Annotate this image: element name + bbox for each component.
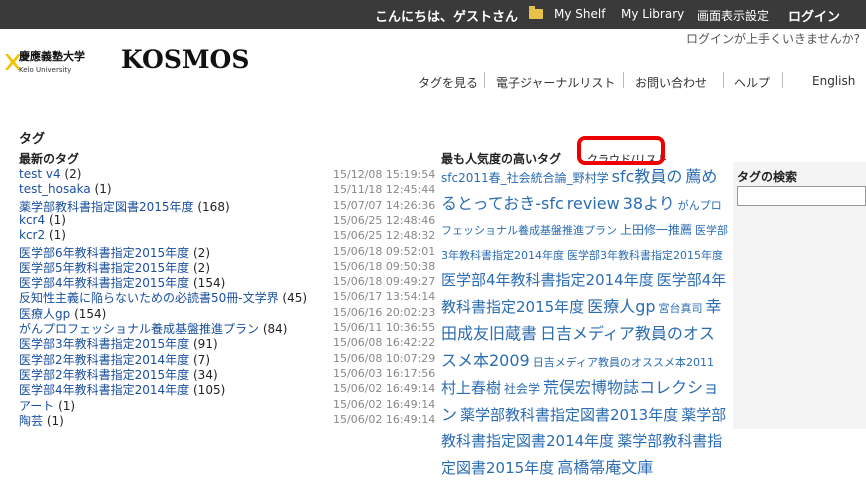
tag-date: 15/06/02 16:49:14	[333, 397, 436, 411]
tag-link[interactable]: 医学部2年教科書指定2015年度	[19, 368, 189, 382]
logo-kosmos: KOSMOS	[121, 45, 250, 74]
tag-date: 15/06/08 16:42:22	[333, 336, 436, 350]
tag-date: 15/06/25 12:48:46	[333, 213, 436, 227]
highlight-box	[577, 136, 665, 165]
cloud-tag-link[interactable]: review	[567, 194, 620, 213]
tag-count: (1)	[43, 413, 64, 428]
tag-link[interactable]: test_hosaka	[19, 182, 91, 196]
tag-date: 15/06/02 16:49:14	[333, 382, 436, 396]
tag-row: kcr2 (1)	[19, 228, 66, 242]
cloud-tag-link[interactable]: 医学部3年教科書指定2015年度	[567, 249, 723, 262]
search-title: タグの検索	[737, 170, 798, 184]
nav-help[interactable]: ヘルプ	[734, 74, 770, 91]
login-help-link[interactable]: ログインが上手くいきませんか?	[686, 30, 860, 47]
tag-count: (105)	[189, 383, 226, 398]
logo-english: Keio University	[19, 66, 72, 74]
tag-link[interactable]: 医学部3年教科書指定2015年度	[19, 337, 189, 351]
tag-link[interactable]: がんプロフェッショナル養成基盤推進プラン	[19, 322, 259, 336]
tag-link[interactable]: 医学部5年教科書指定2015年度	[19, 261, 189, 275]
tag-link[interactable]: 医学部4年教科書指定2015年度	[19, 276, 189, 290]
folder-icon	[529, 6, 543, 19]
tag-link[interactable]: 医学部4年教科書指定2014年度	[19, 383, 189, 397]
tag-link[interactable]: 医療人gp	[19, 307, 70, 321]
tag-date: 15/06/18 09:49:27	[333, 275, 436, 289]
tag-row: test v4 (2)	[19, 167, 81, 181]
tag-date: 15/06/02 16:49:14	[333, 412, 436, 426]
tag-link[interactable]: 医学部6年教科書指定2015年度	[19, 246, 189, 260]
tag-link[interactable]: 医学部2年教科書指定2014年度	[19, 353, 189, 367]
cloud-tag-link[interactable]: 医学部4年教科書指定2014年度	[441, 271, 654, 289]
tag-link[interactable]: 反知性主義に陥らないための必読書50冊-文学界	[19, 291, 279, 305]
top-bar: こんにちは、ゲストさん My Shelf My Library 画面表示設定 ロ…	[0, 0, 866, 29]
tag-count: (84)	[259, 322, 288, 336]
my-shelf-link[interactable]: My Shelf	[554, 7, 605, 21]
display-settings-link[interactable]: 画面表示設定	[697, 7, 769, 24]
tag-count: (154)	[70, 306, 107, 321]
tag-count: (45)	[278, 291, 308, 306]
cloud-tag-link[interactable]: 38より	[623, 194, 675, 213]
tag-search-input[interactable]	[737, 186, 866, 206]
tag-date: 15/12/08 15:19:54	[333, 168, 436, 181]
nav-ejournals[interactable]: 電子ジャーナルリスト	[496, 74, 615, 91]
tag-count: (154)	[189, 276, 226, 291]
tag-count: (7)	[189, 352, 210, 367]
greeting-text: こんにちは、ゲストさん	[375, 10, 519, 25]
tag-row: test_hosaka (1)	[19, 182, 112, 196]
cloud-tag-link[interactable]: sfc教員の	[612, 167, 683, 186]
login-link[interactable]: ログイン	[788, 6, 840, 25]
tag-count: (34)	[189, 367, 218, 382]
tag-link[interactable]: test v4	[19, 167, 61, 181]
cloud-tag-link[interactable]: 上田修一推薦	[620, 223, 692, 237]
tag-link[interactable]: 薬学部教科書指定図書2015年度	[19, 200, 194, 214]
tag-date: 15/06/16 20:02:23	[333, 305, 436, 319]
tag-count: (2)	[60, 167, 82, 181]
tag-count: (1)	[45, 212, 66, 227]
tag-date: 15/06/25 12:48:32	[333, 229, 436, 243]
tag-link[interactable]: kcr4	[19, 213, 45, 227]
tag-row: 陶芸 (1)	[19, 412, 64, 429]
tag-count: (1)	[54, 398, 76, 413]
tag-date: 15/06/18 09:52:01	[333, 244, 436, 258]
cloud-tag-link[interactable]: 薬学部教科書指定図書2013年度	[460, 406, 678, 424]
page-title: タグ	[19, 132, 46, 147]
cloud-tag-link[interactable]: 日吉メディア教員のオススメ本2011	[533, 356, 714, 369]
logo-japanese: 慶應義塾大学	[19, 50, 85, 63]
cloud-tag-link[interactable]: 村上春樹	[441, 379, 501, 397]
tag-date: 15/06/18 09:50:38	[333, 259, 436, 273]
cloud-tag-link[interactable]: 医療人gp	[587, 297, 655, 316]
cloud-tag-link[interactable]: sfc2011春_社会統合論_野村学	[441, 171, 609, 185]
nav-divider	[723, 72, 724, 88]
my-library-link[interactable]: My Library	[621, 7, 684, 21]
tag-cloud: sfc2011春_社会統合論_野村学 sfc教員の 薦めるとっておき-sfc r…	[441, 166, 729, 484]
cloud-tag-link[interactable]: 宮台真司	[659, 302, 703, 315]
nav-divider	[484, 72, 485, 88]
tag-date: 15/07/07 14:26:36	[333, 198, 436, 212]
tag-count: (91)	[189, 337, 218, 352]
cloud-tag-link[interactable]: 高橋箒庵文庫	[557, 458, 653, 477]
tag-date: 15/06/03 16:17:56	[333, 366, 436, 380]
tag-count: (1)	[45, 228, 66, 243]
tag-count: (2)	[189, 245, 210, 260]
tag-date: 15/11/18 12:45:44	[333, 183, 436, 197]
tag-link[interactable]: kcr2	[19, 228, 45, 242]
cloud-tag-link[interactable]: 社会学	[504, 382, 540, 396]
tag-count: (1)	[90, 182, 112, 197]
popular-tags-title: 最も人気度の高いタグ	[441, 152, 562, 166]
tag-link[interactable]: 陶芸	[19, 414, 43, 428]
nav-english[interactable]: English	[812, 74, 855, 88]
tag-date: 15/06/11 10:36:55	[333, 321, 436, 334]
latest-tags-title: 最新のタグ	[19, 152, 80, 166]
nav-contact[interactable]: お問い合わせ	[635, 74, 707, 91]
nav-tags[interactable]: タグを見る	[418, 74, 478, 91]
tag-count: (2)	[189, 260, 210, 275]
tag-count: (168)	[193, 199, 230, 214]
nav-divider	[782, 72, 783, 88]
tag-row: kcr4 (1)	[19, 213, 66, 227]
tag-link[interactable]: アート	[19, 399, 54, 413]
nav-divider	[623, 72, 624, 88]
tag-date: 15/06/08 10:07:29	[333, 351, 436, 365]
tag-date: 15/06/17 13:54:14	[333, 290, 436, 304]
